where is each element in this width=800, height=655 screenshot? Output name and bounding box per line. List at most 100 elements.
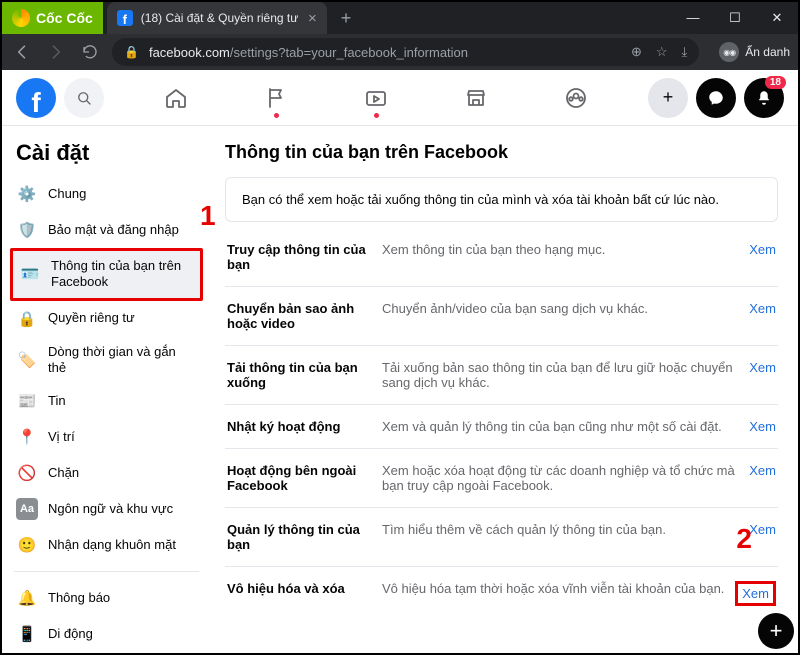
- bookmark-icon[interactable]: ☆: [656, 44, 668, 60]
- nav-watch[interactable]: [346, 86, 406, 110]
- sidebar-item-label: Dòng thời gian và gắn thẻ: [48, 344, 197, 377]
- window-close-icon[interactable]: ✕: [756, 10, 798, 26]
- reload-icon: [81, 43, 99, 61]
- card-icon: 🪪: [19, 263, 41, 285]
- sidebar-item-label: Ngôn ngữ và khu vực: [48, 501, 173, 517]
- row-title: Vô hiệu hóa và xóa: [227, 581, 382, 596]
- nav-back-button[interactable]: [10, 40, 34, 64]
- sidebar-item-label: Tin: [48, 393, 66, 409]
- sidebar-item-label: Di động: [48, 626, 93, 642]
- row-view-link[interactable]: Xem: [749, 463, 776, 478]
- window-controls: — ☐ ✕: [672, 10, 798, 26]
- news-icon: 📰: [16, 390, 38, 412]
- sidebar-item-bell[interactable]: 🔔Thông báo: [10, 580, 203, 616]
- sidebar-item-card[interactable]: 🪪 Thông tin của bạn trên Facebook: [10, 248, 203, 301]
- new-tab-button[interactable]: +: [327, 8, 366, 29]
- row-title: Quản lý thông tin của bạn: [227, 522, 382, 552]
- pin-icon: 📍: [16, 426, 38, 448]
- sidebar-item-globe[interactable]: 🌐Bài viết công khai: [10, 652, 203, 653]
- sidebar-item-label: Chung: [48, 186, 86, 202]
- shield-icon: 🛡️: [16, 219, 38, 241]
- row-view-link[interactable]: Xem: [749, 522, 776, 537]
- sidebar-item-label: Bảo mật và đăng nhập: [48, 222, 179, 238]
- url-path: /settings?tab=your_facebook_information: [230, 45, 468, 60]
- settings-row: Truy cập thông tin của bạnXem thông tin …: [225, 228, 778, 286]
- row-view-link[interactable]: Xem: [749, 301, 776, 316]
- sidebar-item-gear[interactable]: ⚙️ Chung: [10, 176, 203, 212]
- browser-address-bar: 🔒 facebook.com /settings?tab=your_facebo…: [2, 34, 798, 70]
- zoom-icon[interactable]: ⊕: [631, 44, 642, 60]
- notifications-button[interactable]: 18: [744, 78, 784, 118]
- browser-tab-active[interactable]: (18) Cài đặt & Quyền riêng tư ×: [107, 2, 327, 34]
- window-maximize-icon[interactable]: ☐: [714, 10, 756, 26]
- row-view-link[interactable]: Xem: [749, 419, 776, 434]
- notification-dot-icon: [274, 113, 279, 118]
- sidebar-item-mobile[interactable]: 📱Di động: [10, 616, 203, 652]
- nav-forward-button: [44, 40, 68, 64]
- sidebar-item-face[interactable]: 🙂Nhận dạng khuôn mặt: [10, 527, 203, 563]
- row-title: Hoạt động bên ngoài Facebook: [227, 463, 382, 493]
- search-button[interactable]: [64, 78, 104, 118]
- floating-add-button[interactable]: +: [758, 613, 794, 649]
- sidebar-item-label: Quyền riêng tư: [48, 310, 135, 326]
- row-view-link[interactable]: Xem: [735, 581, 776, 606]
- lang-icon: Aa: [16, 498, 38, 520]
- face-icon: 🙂: [16, 534, 38, 556]
- sidebar-item-label: Thông báo: [48, 590, 110, 606]
- plus-icon: +: [770, 618, 783, 644]
- sidebar-item-label: Vị trí: [48, 429, 75, 445]
- plus-icon: +: [663, 87, 674, 108]
- messenger-icon: [707, 89, 725, 107]
- sidebar-item-shield[interactable]: 🛡️ Bảo mật và đăng nhập: [10, 212, 203, 248]
- lock-icon: 🔒: [16, 308, 38, 330]
- nav-marketplace[interactable]: [446, 86, 506, 110]
- search-icon: [75, 89, 93, 107]
- sidebar-item-lock[interactable]: 🔒 Quyền riêng tư: [10, 301, 203, 337]
- browser-titlebar: Cốc Cốc (18) Cài đặt & Quyền riêng tư × …: [2, 2, 798, 34]
- window-minimize-icon[interactable]: —: [672, 10, 714, 26]
- flag-icon: [264, 86, 288, 110]
- facebook-logo-icon[interactable]: [16, 78, 56, 118]
- row-title: Truy cập thông tin của bạn: [227, 242, 382, 272]
- notification-dot-icon: [374, 113, 379, 118]
- settings-row: Tải thông tin của bạn xuốngTải xuống bản…: [225, 345, 778, 404]
- settings-row: Quản lý thông tin của bạnTìm hiểu thêm v…: [225, 507, 778, 566]
- download-icon[interactable]: ⤓: [682, 44, 688, 60]
- sidebar-item-pin[interactable]: 📍 Vị trí: [10, 419, 203, 455]
- watch-icon: [364, 86, 388, 110]
- header-actions: + 18: [648, 78, 784, 118]
- nav-reload-button[interactable]: [78, 40, 102, 64]
- sidebar-separator: [14, 571, 199, 572]
- sidebar-item-label: Chặn: [48, 465, 79, 481]
- row-description: Vô hiệu hóa tạm thời hoặc xóa vĩnh viễn …: [382, 581, 735, 596]
- nav-pages[interactable]: [246, 86, 306, 110]
- settings-row: Hoạt động bên ngoài FacebookXem hoặc xóa…: [225, 448, 778, 507]
- row-view-link[interactable]: Xem: [749, 242, 776, 257]
- row-view-link[interactable]: Xem: [749, 360, 776, 375]
- row-description: Tải xuống bản sao thông tin của bạn để l…: [382, 360, 749, 390]
- gear-icon: ⚙️: [16, 183, 38, 205]
- block-icon: 🚫: [16, 462, 38, 484]
- row-description: Xem thông tin của bạn theo hạng mục.: [382, 242, 749, 257]
- row-description: Chuyển ảnh/video của bạn sang dịch vụ kh…: [382, 301, 749, 316]
- sidebar-item-label: Thông tin của bạn trên Facebook: [51, 258, 194, 291]
- sidebar-item-tag[interactable]: 🏷️Dòng thời gian và gắn thẻ: [10, 337, 203, 384]
- create-button[interactable]: +: [648, 78, 688, 118]
- sidebar-item-lang[interactable]: Aa Ngôn ngữ và khu vực: [10, 491, 203, 527]
- home-icon: [164, 86, 188, 110]
- url-field[interactable]: 🔒 facebook.com /settings?tab=your_facebo…: [112, 38, 699, 66]
- annotation-2: 2: [736, 523, 752, 555]
- sidebar-item-block[interactable]: 🚫 Chặn: [10, 455, 203, 491]
- nav-home[interactable]: [146, 86, 206, 110]
- incognito-indicator[interactable]: Ẩn danh: [719, 42, 790, 62]
- settings-main: Thông tin của bạn trên Facebook Bạn có t…: [207, 126, 798, 653]
- sidebar-item-news[interactable]: 📰 Tin: [10, 383, 203, 419]
- tab-close-icon[interactable]: ×: [308, 10, 317, 27]
- messenger-button[interactable]: [696, 78, 736, 118]
- coccoc-badge[interactable]: Cốc Cốc: [2, 2, 103, 34]
- facebook-header: + 18: [2, 70, 798, 126]
- bell-icon: [755, 89, 773, 107]
- settings-row: Vô hiệu hóa và xóaVô hiệu hóa tạm thời h…: [225, 566, 778, 620]
- nav-groups[interactable]: [546, 86, 606, 110]
- row-description: Tìm hiểu thêm về cách quản lý thông tin …: [382, 522, 749, 537]
